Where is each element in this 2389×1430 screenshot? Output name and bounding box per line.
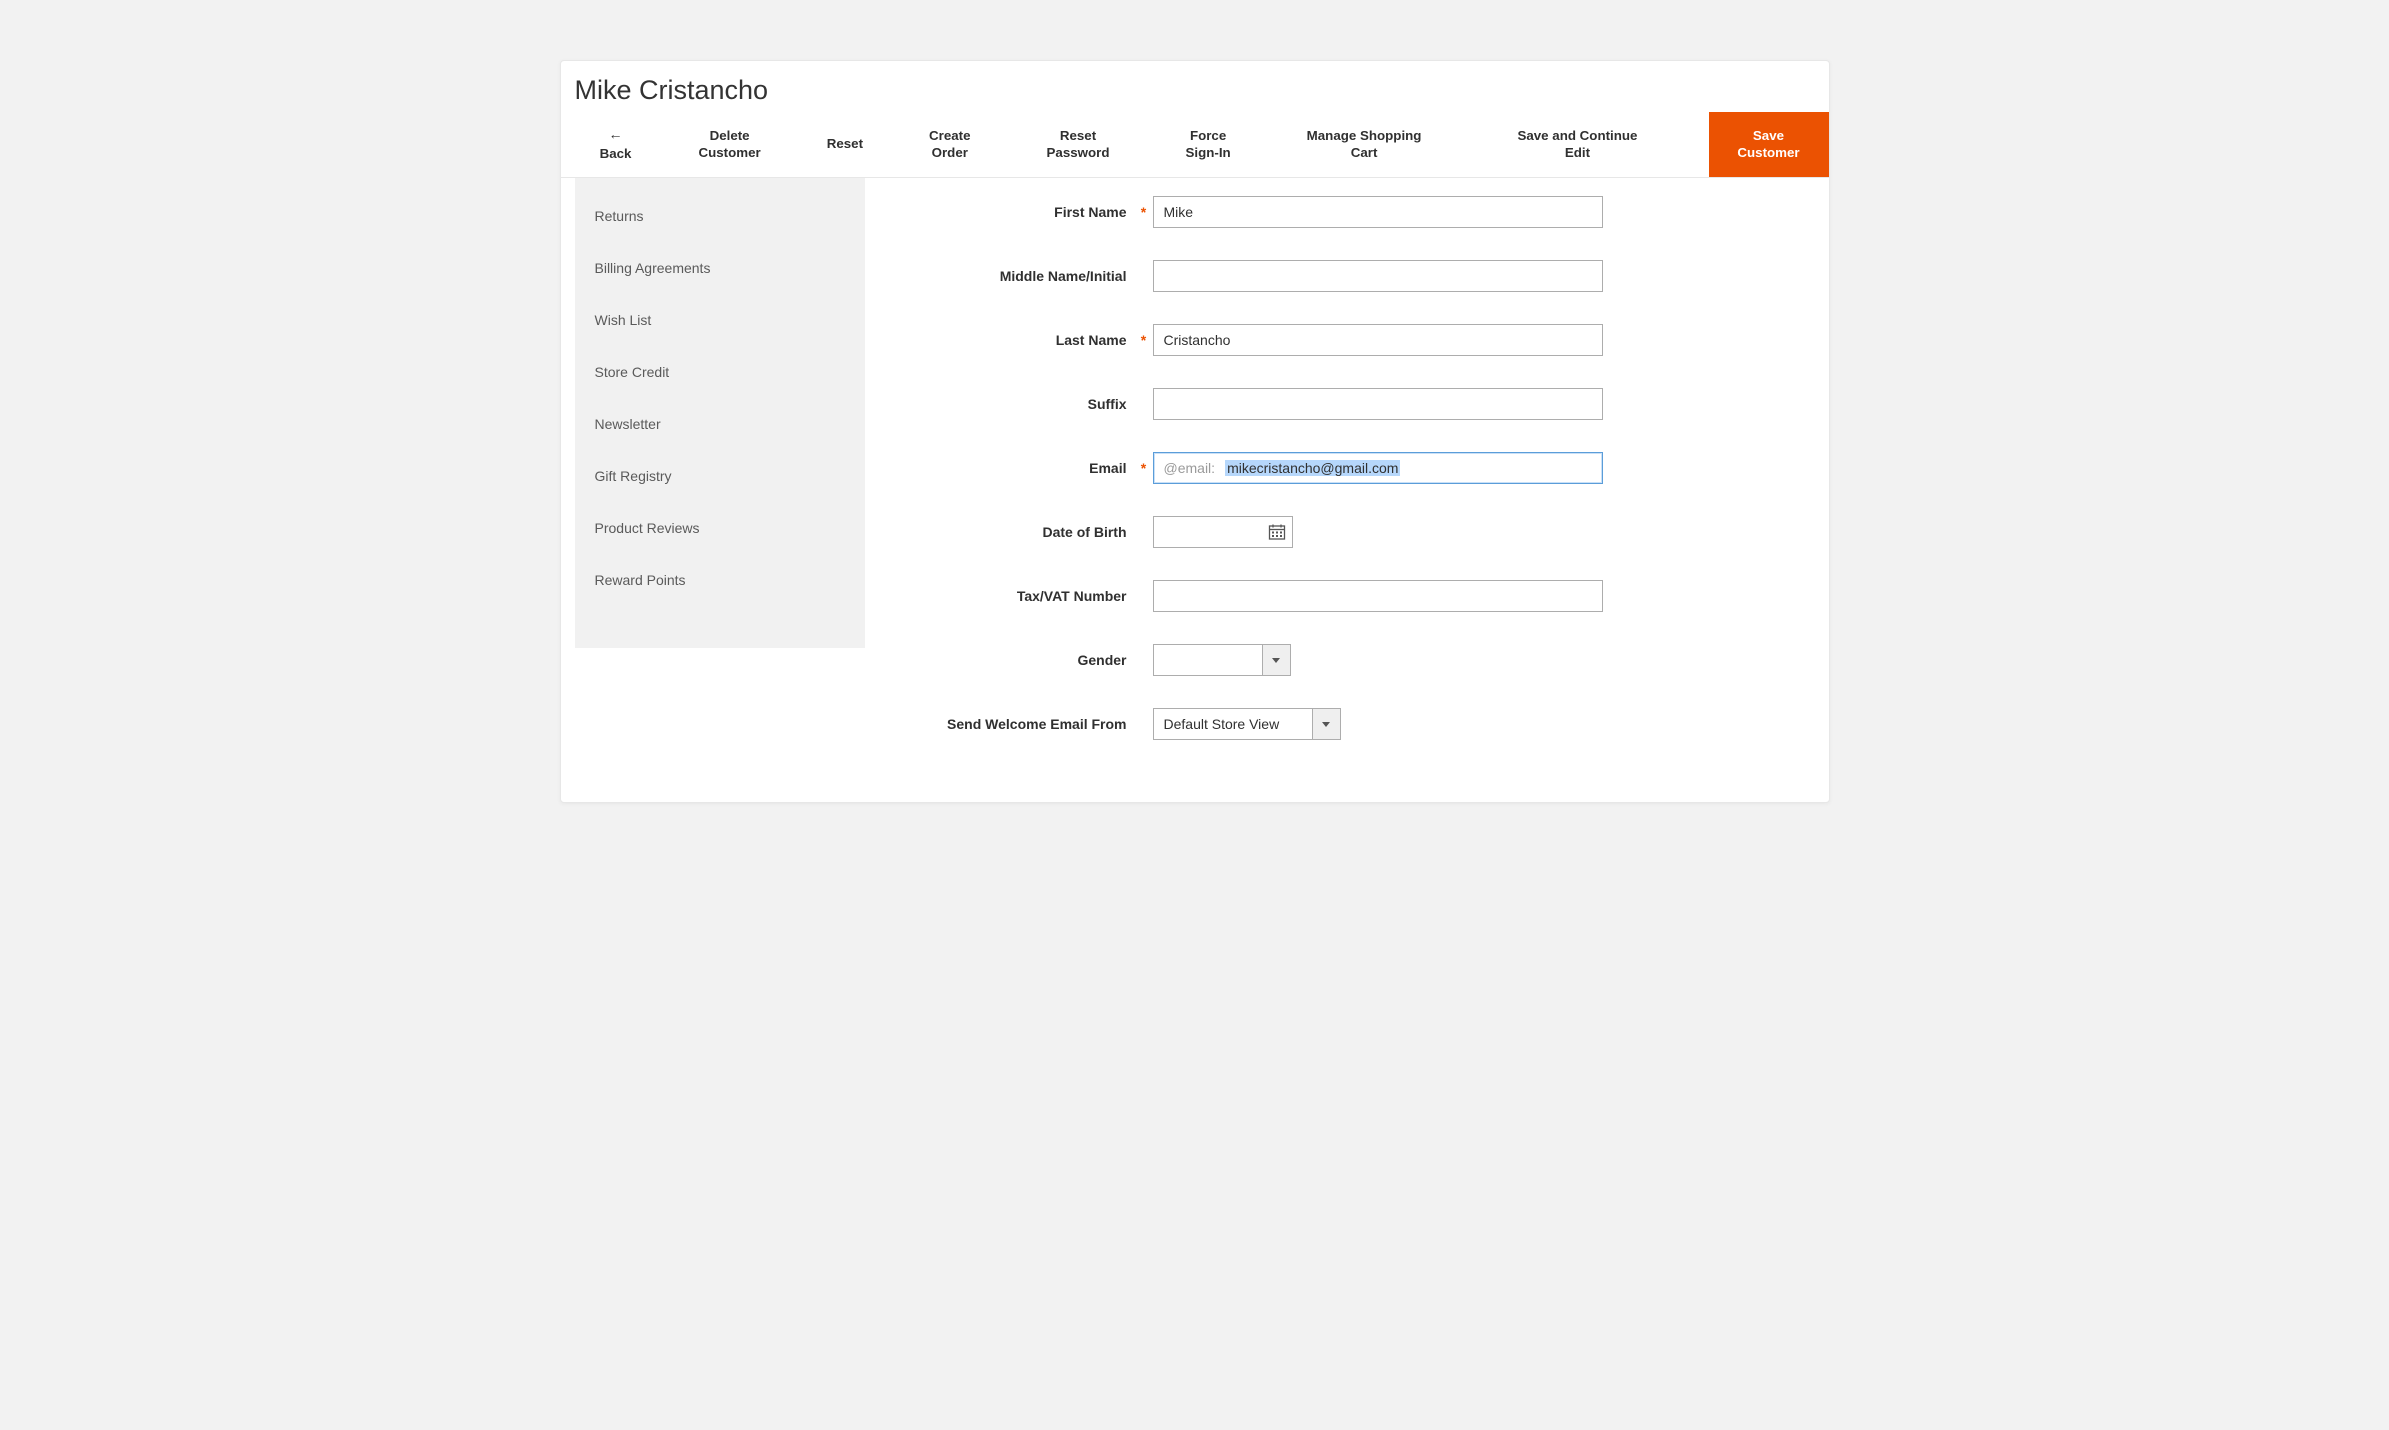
page-title: Mike Cristancho: [561, 61, 1829, 112]
last-name-input[interactable]: [1153, 324, 1603, 356]
required-mark: *: [1135, 332, 1153, 348]
sidebar: Returns Billing Agreements Wish List Sto…: [575, 178, 865, 648]
sidebar-item-billing-agreements[interactable]: Billing Agreements: [575, 242, 865, 294]
first-name-label: First Name: [895, 204, 1135, 220]
required-mark: *: [1135, 460, 1153, 476]
email-input[interactable]: @email: mikecristancho@gmail.com: [1153, 452, 1603, 484]
content-body: Returns Billing Agreements Wish List Sto…: [561, 178, 1829, 802]
tax-vat-label: Tax/VAT Number: [895, 588, 1135, 604]
sidebar-item-product-reviews[interactable]: Product Reviews: [575, 502, 865, 554]
account-form: First Name * Middle Name/Initial Last Na…: [865, 178, 1829, 802]
save-customer-button[interactable]: Save Customer: [1709, 112, 1829, 177]
calendar-icon[interactable]: [1268, 523, 1286, 541]
force-signin-button[interactable]: Force Sign-In: [1168, 112, 1249, 177]
manage-cart-button[interactable]: Manage Shopping Cart: [1289, 112, 1440, 177]
save-continue-button[interactable]: Save and Continue Edit: [1499, 112, 1655, 177]
sidebar-item-store-credit[interactable]: Store Credit: [575, 346, 865, 398]
customer-edit-panel: Mike Cristancho ← Back Delete Customer R…: [560, 60, 1830, 803]
required-mark: *: [1135, 204, 1153, 220]
last-name-label: Last Name: [895, 332, 1135, 348]
back-button[interactable]: ← Back: [581, 112, 651, 177]
email-label: Email: [895, 460, 1135, 476]
sidebar-item-newsletter[interactable]: Newsletter: [575, 398, 865, 450]
gender-select[interactable]: [1153, 644, 1291, 676]
sidebar-item-reward-points[interactable]: Reward Points: [575, 554, 865, 606]
toolbar: ← Back Delete Customer Reset Create Orde…: [561, 112, 1829, 178]
welcome-store-select-toggle[interactable]: [1313, 708, 1341, 740]
middle-name-label: Middle Name/Initial: [895, 268, 1135, 284]
tax-vat-input[interactable]: [1153, 580, 1603, 612]
welcome-store-label: Send Welcome Email From: [895, 716, 1135, 732]
email-value-selected: mikecristancho@gmail.com: [1225, 460, 1400, 476]
sidebar-item-wish-list[interactable]: Wish List: [575, 294, 865, 346]
sidebar-item-returns[interactable]: Returns: [575, 190, 865, 242]
chevron-down-icon: [1322, 722, 1330, 727]
gender-label: Gender: [895, 652, 1135, 668]
chevron-down-icon: [1272, 658, 1280, 663]
reset-button[interactable]: Reset: [809, 112, 881, 177]
welcome-store-select-value: Default Store View: [1153, 708, 1313, 740]
middle-name-input[interactable]: [1153, 260, 1603, 292]
gender-select-toggle[interactable]: [1263, 644, 1291, 676]
suffix-input[interactable]: [1153, 388, 1603, 420]
back-arrow-icon: ←: [609, 126, 623, 144]
dob-input[interactable]: [1153, 516, 1293, 548]
sidebar-item-gift-registry[interactable]: Gift Registry: [575, 450, 865, 502]
suffix-label: Suffix: [895, 396, 1135, 412]
delete-customer-button[interactable]: Delete Customer: [681, 112, 779, 177]
welcome-store-select[interactable]: Default Store View: [1153, 708, 1341, 740]
gender-select-value: [1153, 644, 1263, 676]
reset-password-button[interactable]: Reset Password: [1029, 112, 1128, 177]
first-name-input[interactable]: [1153, 196, 1603, 228]
create-order-button[interactable]: Create Order: [911, 112, 989, 177]
dob-label: Date of Birth: [895, 524, 1135, 540]
email-prefix-hint: @email:: [1164, 460, 1216, 476]
back-label: Back: [600, 146, 632, 163]
